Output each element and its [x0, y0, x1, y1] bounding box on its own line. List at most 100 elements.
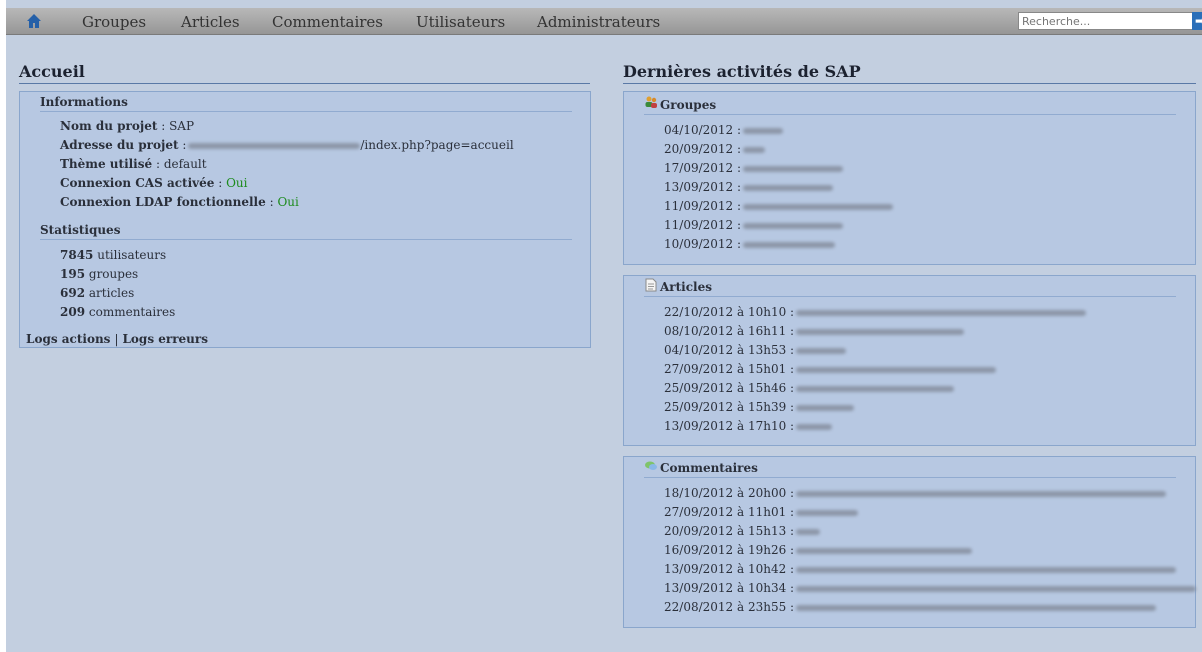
stat-groups: 195 groupes [60, 267, 138, 281]
activity-entry[interactable]: 22/08/2012 à 23h55 : [664, 600, 1157, 614]
entry-date: 25/09/2012 à 15h39 : [664, 400, 795, 414]
articles-label: articles [88, 286, 135, 300]
groups-label: groupes [88, 267, 139, 281]
stat-comments: 209 commentaires [60, 305, 175, 319]
top-nav-bar: Groupes Articles Commentaires Utilisateu… [6, 8, 1202, 35]
activity-entry[interactable]: 11/09/2012 : [664, 199, 894, 213]
cas-label: Connexion CAS activée [60, 176, 215, 190]
redacted-text [796, 604, 1157, 611]
activity-entry[interactable]: 17/09/2012 : [664, 161, 844, 175]
cas-row: Connexion CAS activée : Oui [60, 176, 248, 190]
activity-entry[interactable]: 10/09/2012 : [664, 237, 836, 251]
redacted-text [796, 528, 821, 535]
redacted-text [796, 490, 1167, 497]
entry-date: 11/09/2012 : [664, 199, 742, 213]
search-input[interactable] [1018, 12, 1196, 30]
home-icon[interactable] [26, 13, 42, 29]
entry-date: 13/09/2012 : [664, 180, 742, 194]
articles-activity-panel: Articles 22/10/2012 à 10h10 : 08/10/2012… [623, 275, 1196, 446]
activity-entry[interactable]: 13/09/2012 : [664, 180, 834, 194]
activity-entry[interactable]: 04/10/2012 : [664, 123, 784, 137]
nav-articles[interactable]: Articles [181, 13, 240, 31]
entry-date: 20/09/2012 à 15h13 : [664, 524, 795, 538]
activity-entry[interactable]: 18/10/2012 à 20h00 : [664, 486, 1167, 500]
entry-date: 17/09/2012 : [664, 161, 742, 175]
redacted-text [796, 404, 855, 411]
redacted-text [796, 309, 1087, 316]
arrow-right-icon: ➡ [1194, 14, 1202, 28]
activity-entry[interactable]: 13/09/2012 à 10h34 : [664, 581, 1197, 595]
search-submit-button[interactable]: ➡ [1192, 12, 1202, 30]
redacted-text [796, 366, 997, 373]
users-count: 7845 [60, 248, 94, 262]
ldap-value: Oui [277, 195, 299, 209]
statistiques-heading: Statistiques [40, 223, 572, 240]
activity-entry[interactable]: 27/09/2012 à 11h01 : [664, 505, 859, 519]
activity-entry[interactable]: 11/09/2012 : [664, 218, 844, 232]
project-address-value: /index.php?page=accueil [360, 138, 514, 152]
activity-entry[interactable]: 13/09/2012 à 10h42 : [664, 562, 1177, 576]
activity-entry[interactable]: 13/09/2012 à 17h10 : [664, 419, 833, 433]
redacted-text [796, 566, 1177, 573]
activity-entry[interactable]: 08/10/2012 à 16h11 : [664, 324, 965, 338]
project-name-row: Nom du projet : SAP [60, 119, 195, 133]
informations-heading: Informations [40, 95, 572, 112]
redacted-text [743, 146, 766, 153]
activity-entry[interactable]: 25/09/2012 à 15h46 : [664, 381, 955, 395]
redacted-text [743, 222, 844, 229]
commentaires-activity-panel: Commentaires 18/10/2012 à 20h00 : 27/09/… [623, 456, 1197, 628]
ldap-row: Connexion LDAP fonctionnelle : Oui [60, 195, 299, 209]
activity-entry[interactable]: 27/09/2012 à 15h01 : [664, 362, 997, 376]
redacted-text [796, 328, 965, 335]
entry-date: 25/09/2012 à 15h46 : [664, 381, 795, 395]
activity-entry[interactable]: 22/10/2012 à 10h10 : [664, 305, 1087, 319]
activity-title: Dernières activités de SAP [623, 62, 1196, 84]
activity-entry[interactable]: 04/10/2012 à 13h53 : [664, 343, 847, 357]
theme-value: default [163, 157, 207, 171]
entry-date: 10/09/2012 : [664, 237, 742, 251]
redacted-text [796, 347, 847, 354]
entry-date: 04/10/2012 : [664, 123, 742, 137]
project-address-label: Adresse du projet [60, 138, 179, 152]
logs-actions-link[interactable]: Logs actions [26, 332, 110, 346]
groups-count: 195 [60, 267, 86, 281]
nav-administrateurs[interactable]: Administrateurs [537, 13, 660, 31]
page-title: Accueil [19, 62, 590, 84]
theme-row: Thème utilisé : default [60, 157, 207, 171]
redacted-text [796, 585, 1197, 592]
groupes-activity-panel: Groupes 04/10/2012 : 20/09/2012 : 17/09/… [623, 91, 1196, 265]
entry-date: 16/09/2012 à 19h26 : [664, 543, 795, 557]
redacted-text [743, 241, 836, 248]
theme-label: Thème utilisé [60, 157, 153, 171]
info-panel: Informations Nom du projet : SAP Adresse… [19, 91, 591, 348]
logs-links: Logs actions | Logs erreurs [26, 332, 208, 346]
activity-entry[interactable]: 20/09/2012 à 15h13 : [664, 524, 821, 538]
users-label: utilisateurs [97, 248, 167, 262]
redacted-text [796, 509, 859, 516]
redacted-text [796, 385, 955, 392]
activity-entry[interactable]: 16/09/2012 à 19h26 : [664, 543, 973, 557]
entry-date: 11/09/2012 : [664, 218, 742, 232]
entry-date: 27/09/2012 à 11h01 : [664, 505, 795, 519]
articles-count: 692 [60, 286, 86, 300]
nav-commentaires[interactable]: Commentaires [272, 13, 383, 31]
comments-label: commentaires [88, 305, 176, 319]
redacted-text [796, 423, 833, 430]
nav-groupes[interactable]: Groupes [82, 13, 146, 31]
logs-errors-link[interactable]: Logs erreurs [122, 332, 207, 346]
commentaires-heading: Commentaires [644, 461, 1176, 478]
activity-entry[interactable]: 20/09/2012 : [664, 142, 766, 156]
entry-date: 04/10/2012 à 13h53 : [664, 343, 795, 357]
project-name-label: Nom du projet [60, 119, 158, 133]
stat-articles: 692 articles [60, 286, 134, 300]
comments-count: 209 [60, 305, 86, 319]
redacted-text [188, 142, 361, 149]
entry-date: 27/09/2012 à 15h01 : [664, 362, 795, 376]
nav-utilisateurs[interactable]: Utilisateurs [416, 13, 505, 31]
entry-date: 08/10/2012 à 16h11 : [664, 324, 795, 338]
entry-date: 20/09/2012 : [664, 142, 742, 156]
articles-heading: Articles [644, 280, 1176, 297]
ldap-label: Connexion LDAP fonctionnelle [60, 195, 266, 209]
entry-date: 22/08/2012 à 23h55 : [664, 600, 795, 614]
activity-entry[interactable]: 25/09/2012 à 15h39 : [664, 400, 855, 414]
